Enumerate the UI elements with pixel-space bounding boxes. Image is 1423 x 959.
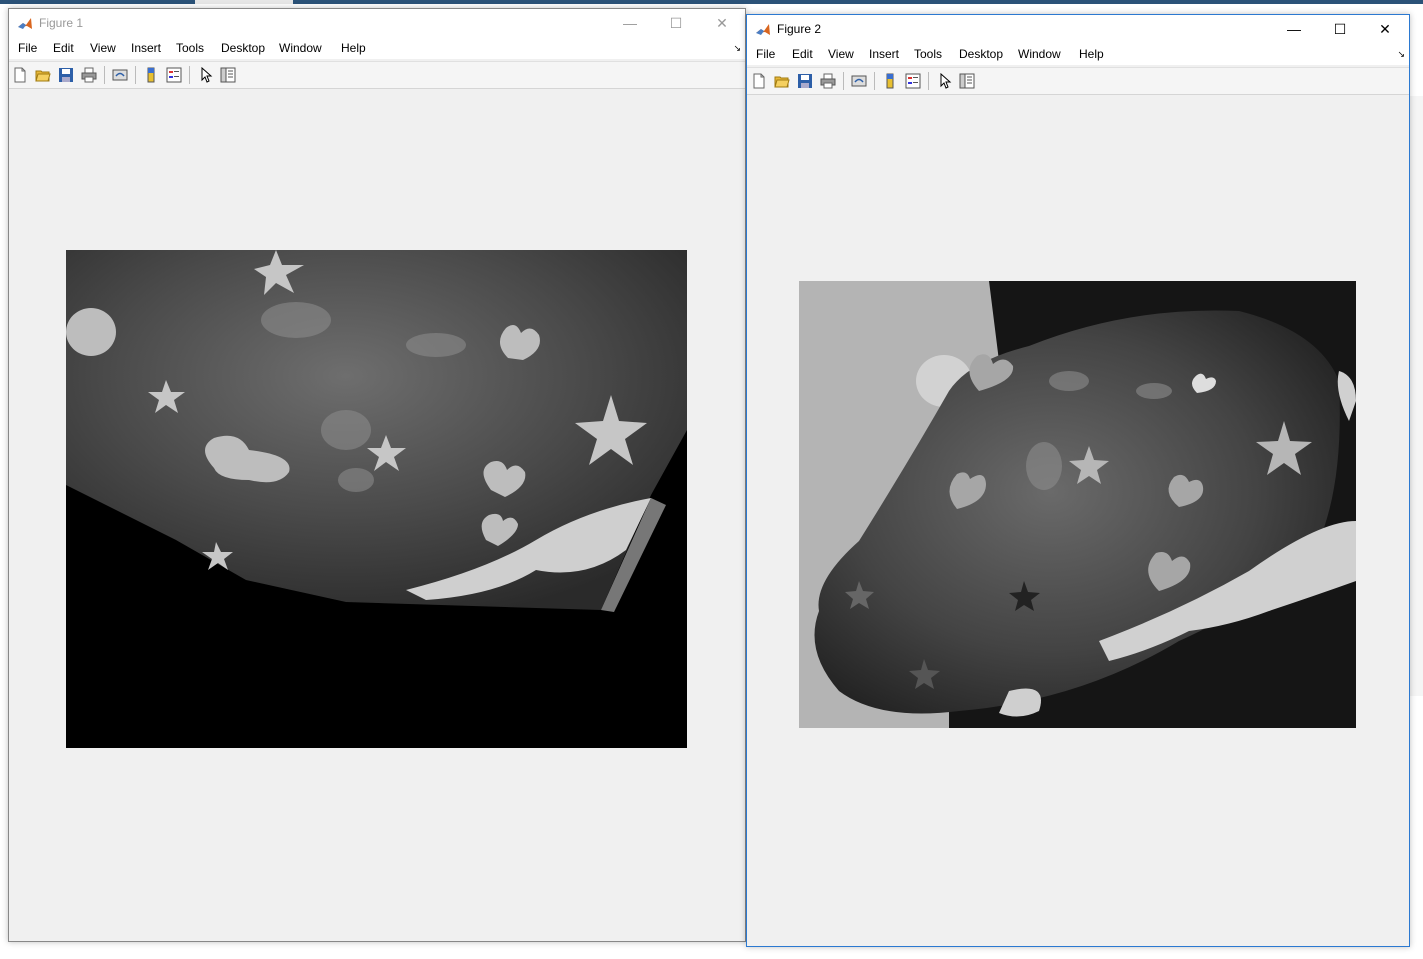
menu-window[interactable]: Window	[279, 41, 322, 55]
figure-2-toolbar	[747, 67, 1409, 95]
maximize-icon: ☐	[1333, 20, 1347, 37]
minimize-button[interactable]: —	[1271, 15, 1317, 43]
new-figure-icon[interactable]	[12, 67, 28, 83]
property-inspector-icon[interactable]	[959, 73, 975, 89]
matlab-logo-icon	[18, 18, 32, 29]
minimize-icon: —	[623, 15, 637, 31]
image-axes[interactable]	[66, 250, 687, 748]
menu-file[interactable]: File	[756, 47, 775, 61]
menu-tools[interactable]: Tools	[914, 47, 942, 61]
image-axes[interactable]	[799, 281, 1356, 728]
minimize-button[interactable]: —	[607, 9, 653, 37]
menu-desktop[interactable]: Desktop	[959, 47, 1003, 61]
link-plot-icon[interactable]	[112, 67, 128, 83]
figure-2-title: Figure 2	[777, 22, 822, 36]
menu-tools[interactable]: Tools	[176, 41, 204, 55]
edit-plot-icon[interactable]	[937, 73, 953, 89]
toolbar-toggle-icon[interactable]: ↘	[1397, 49, 1405, 60]
close-button[interactable]: ✕	[1362, 15, 1408, 43]
background-panel-strip	[1409, 96, 1423, 696]
toolbar-separator	[189, 66, 190, 84]
colorbar-icon[interactable]	[143, 67, 159, 83]
background-taskbar	[0, 0, 1423, 4]
menu-insert[interactable]: Insert	[869, 47, 899, 61]
menu-file[interactable]: File	[18, 41, 37, 55]
figure-1-title: Figure 1	[39, 16, 84, 30]
toolbar-separator	[135, 66, 136, 84]
menu-view[interactable]: View	[828, 47, 854, 61]
print-icon[interactable]	[820, 73, 836, 89]
toolbar-separator	[104, 66, 105, 84]
maximize-button[interactable]: ☐	[1317, 15, 1363, 43]
menu-desktop[interactable]: Desktop	[221, 41, 265, 55]
figure-2-window[interactable]: Figure 2 — ☐ ✕ File Edit View Insert Too…	[746, 14, 1410, 947]
edit-plot-icon[interactable]	[198, 67, 214, 83]
open-file-icon[interactable]	[35, 67, 51, 83]
maximize-icon: ☐	[669, 14, 683, 31]
menu-edit[interactable]: Edit	[792, 47, 813, 61]
minimize-icon: —	[1287, 21, 1301, 37]
toolbar-separator	[928, 72, 929, 90]
property-inspector-icon[interactable]	[220, 67, 236, 83]
toolbar-toggle-icon[interactable]: ↘	[733, 43, 741, 54]
figure-1-menubar: File Edit View Insert Tools Desktop Wind…	[9, 37, 745, 59]
figure-1-window[interactable]: Figure 1 — ☐ ✕ File Edit View Insert Too…	[8, 8, 746, 942]
menu-help[interactable]: Help	[1079, 47, 1104, 61]
legend-icon[interactable]	[166, 67, 182, 83]
figure-2-titlebar[interactable]: Figure 2 — ☐ ✕	[747, 15, 1409, 43]
toolbar-separator	[874, 72, 875, 90]
menu-insert[interactable]: Insert	[131, 41, 161, 55]
save-icon[interactable]	[797, 73, 813, 89]
colorbar-icon[interactable]	[882, 73, 898, 89]
close-icon: ✕	[1379, 20, 1391, 37]
toolbar-separator	[843, 72, 844, 90]
close-button[interactable]: ✕	[699, 9, 745, 37]
figure-1-titlebar[interactable]: Figure 1 — ☐ ✕	[9, 9, 745, 37]
menu-help[interactable]: Help	[341, 41, 366, 55]
menu-view[interactable]: View	[90, 41, 116, 55]
figure-1-toolbar	[9, 61, 745, 89]
menu-window[interactable]: Window	[1018, 47, 1061, 61]
new-figure-icon[interactable]	[751, 73, 767, 89]
link-plot-icon[interactable]	[851, 73, 867, 89]
menu-edit[interactable]: Edit	[53, 41, 74, 55]
matlab-logo-icon	[756, 24, 770, 35]
save-icon[interactable]	[58, 67, 74, 83]
open-file-icon[interactable]	[774, 73, 790, 89]
print-icon[interactable]	[81, 67, 97, 83]
close-icon: ✕	[716, 14, 728, 31]
maximize-button[interactable]: ☐	[653, 9, 699, 37]
legend-icon[interactable]	[905, 73, 921, 89]
figure-2-menubar: File Edit View Insert Tools Desktop Wind…	[747, 43, 1409, 65]
